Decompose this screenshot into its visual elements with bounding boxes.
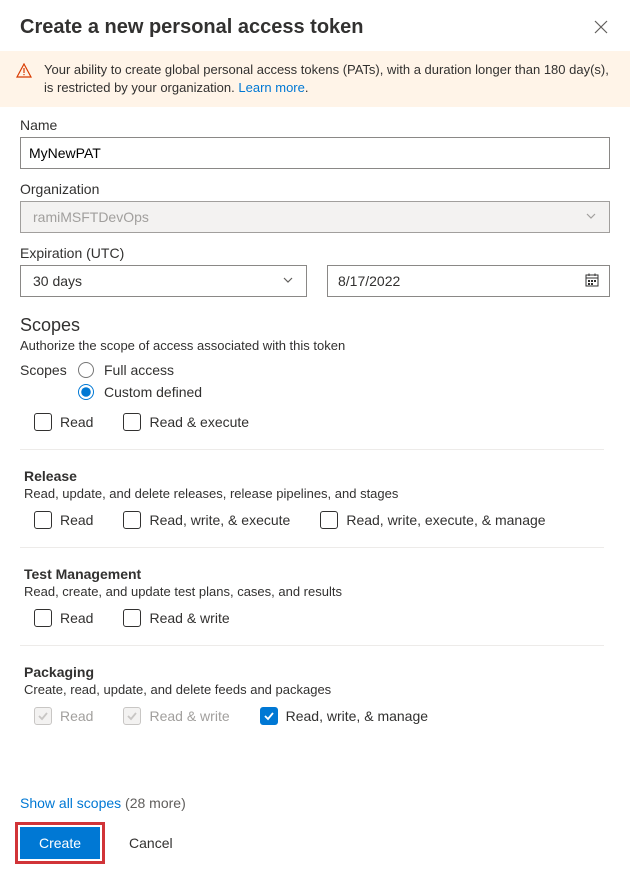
org-select-value: ramiMSFTDevOps — [33, 209, 149, 225]
checkbox[interactable] — [34, 413, 52, 431]
scope-desc: Create, read, update, and delete feeds a… — [24, 682, 604, 697]
expiration-select[interactable]: 30 days — [20, 265, 307, 297]
scopes-scroll-area[interactable]: Read Read & execute Release Read, update… — [20, 413, 610, 783]
warning-icon — [16, 63, 32, 84]
expiration-label: Expiration (UTC) — [20, 245, 610, 261]
scope-desc: Read, update, and delete releases, relea… — [24, 486, 604, 501]
checkbox[interactable] — [34, 511, 52, 529]
scope-radio-full-access[interactable]: Full access — [78, 359, 202, 381]
chevron-down-icon — [585, 209, 597, 225]
scopes-subtitle: Authorize the scope of access associated… — [20, 338, 610, 353]
scope-title: Release — [24, 468, 604, 484]
create-button[interactable]: Create — [20, 827, 100, 859]
close-icon — [594, 20, 608, 34]
checkbox[interactable] — [320, 511, 338, 529]
chevron-down-icon — [282, 273, 294, 289]
cancel-button[interactable]: Cancel — [110, 827, 192, 859]
warning-learn-more-link[interactable]: Learn more — [238, 80, 304, 95]
org-label: Organization — [20, 181, 610, 197]
expiration-date-value: 8/17/2022 — [338, 273, 400, 289]
warning-text: Your ability to create global personal a… — [44, 61, 614, 97]
checkbox[interactable] — [34, 609, 52, 627]
scope-radio-custom[interactable]: Custom defined — [78, 381, 202, 403]
checkbox-disabled — [123, 707, 141, 725]
scopes-radio-label: Scopes — [20, 359, 70, 378]
scope-title: Test Management — [24, 566, 604, 582]
scopes-heading: Scopes — [20, 315, 610, 336]
perm-packaging-rwm[interactable]: Read, write, & manage — [260, 707, 428, 725]
full-access-radio[interactable] — [78, 362, 94, 378]
scope-group-packaging: Packaging Create, read, update, and dele… — [20, 645, 604, 743]
checkbox-checked[interactable] — [260, 707, 278, 725]
calendar-icon — [585, 273, 599, 290]
perm-test-read[interactable]: Read — [34, 609, 93, 627]
scope-group-test: Test Management Read, create, and update… — [20, 547, 604, 645]
expiration-select-value: 30 days — [33, 273, 82, 289]
perm-release-rwe[interactable]: Read, write, & execute — [123, 511, 290, 529]
checkbox[interactable] — [123, 609, 141, 627]
close-button[interactable] — [594, 20, 610, 36]
show-all-count: (28 more) — [121, 795, 186, 811]
custom-defined-radio[interactable] — [78, 384, 94, 400]
perm-read[interactable]: Read — [34, 413, 93, 431]
checkbox[interactable] — [123, 511, 141, 529]
warning-banner: Your ability to create global personal a… — [0, 51, 630, 107]
scope-title: Packaging — [24, 664, 604, 680]
perm-read-execute[interactable]: Read & execute — [123, 413, 249, 431]
name-label: Name — [20, 117, 610, 133]
name-input[interactable] — [20, 137, 610, 169]
perm-release-read[interactable]: Read — [34, 511, 93, 529]
perm-release-rwem[interactable]: Read, write, execute, & manage — [320, 511, 545, 529]
checkbox[interactable] — [123, 413, 141, 431]
perm-packaging-rw: Read & write — [123, 707, 229, 725]
scope-group-partial: Read Read & execute — [20, 413, 604, 449]
scope-desc: Read, create, and update test plans, cas… — [24, 584, 604, 599]
scope-group-release: Release Read, update, and delete release… — [20, 449, 604, 547]
warning-text-body: Your ability to create global personal a… — [44, 62, 609, 95]
show-all-scopes-link[interactable]: Show all scopes — [20, 795, 121, 811]
perm-test-rw[interactable]: Read & write — [123, 609, 229, 627]
perm-packaging-read: Read — [34, 707, 93, 725]
org-select[interactable]: ramiMSFTDevOps — [20, 201, 610, 233]
expiration-date-input[interactable]: 8/17/2022 — [327, 265, 610, 297]
checkbox-disabled — [34, 707, 52, 725]
page-title: Create a new personal access token — [20, 16, 364, 39]
